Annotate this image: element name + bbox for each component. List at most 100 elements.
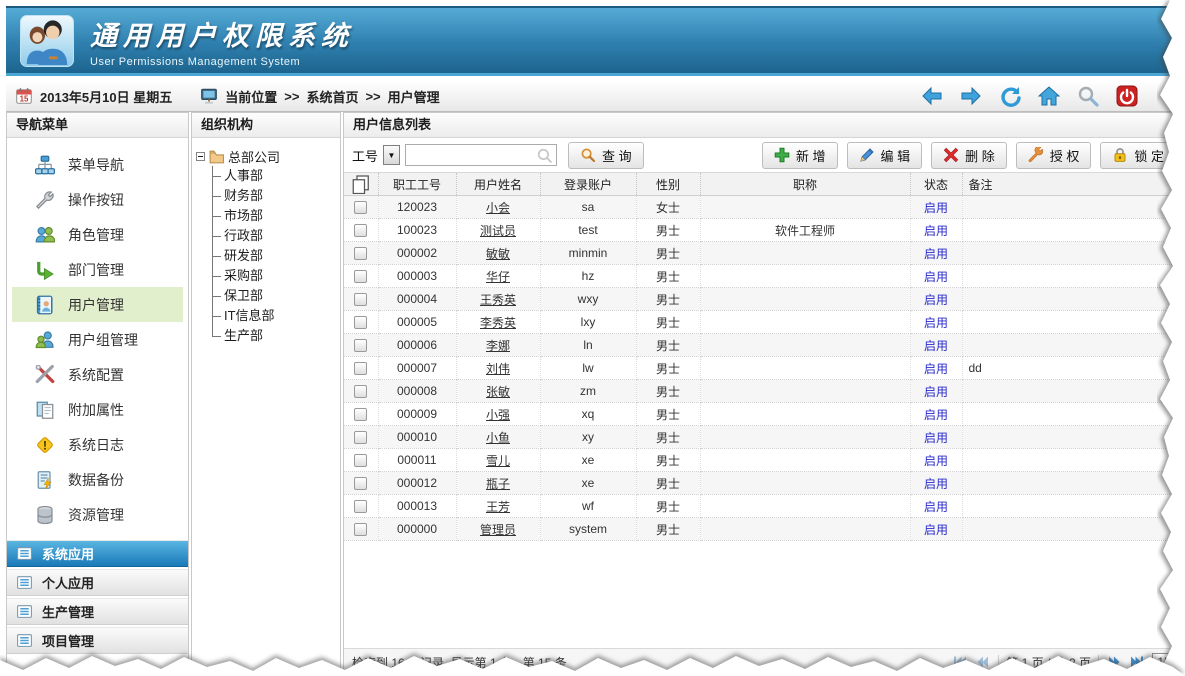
- tree-node-5[interactable]: 研发部: [212, 246, 336, 266]
- table-row[interactable]: 000005李秀英lxy男士启用: [344, 311, 1184, 334]
- sidebar-item-11[interactable]: 资源管理: [12, 497, 183, 532]
- sidebar-item-5[interactable]: 用户管理: [12, 287, 183, 322]
- add-button[interactable]: 新 增: [762, 142, 838, 169]
- sidebar-section-3[interactable]: 生产管理: [7, 598, 188, 625]
- column-header-2[interactable]: 用户姓名: [456, 173, 540, 196]
- row-checkbox[interactable]: [354, 454, 367, 467]
- column-header-4[interactable]: 性别: [636, 173, 700, 196]
- user-name-link[interactable]: 瓶子: [486, 477, 510, 491]
- delete-button[interactable]: 删 除: [931, 142, 1007, 169]
- breadcrumb-home[interactable]: 系统首页: [306, 87, 358, 106]
- prev-page-icon[interactable]: [975, 654, 991, 670]
- user-name-link[interactable]: 王秀英: [480, 293, 516, 307]
- tree-collapse-icon[interactable]: [196, 152, 205, 161]
- user-name-link[interactable]: 敏敏: [486, 247, 510, 261]
- row-checkbox[interactable]: [354, 270, 367, 283]
- tree-node-8[interactable]: IT信息部: [212, 306, 336, 326]
- table-row[interactable]: 000009小强xq男士启用: [344, 403, 1184, 426]
- column-header-1[interactable]: 职工工号: [378, 173, 456, 196]
- row-checkbox[interactable]: [354, 477, 367, 490]
- tree-node-4[interactable]: 行政部: [212, 226, 336, 246]
- sidebar-section-4[interactable]: 项目管理: [7, 627, 188, 654]
- tree-node-6[interactable]: 采购部: [212, 266, 336, 286]
- last-page-icon[interactable]: [1129, 654, 1145, 670]
- table-row[interactable]: 000004王秀英wxy男士启用: [344, 288, 1184, 311]
- forward-icon[interactable]: [960, 85, 982, 107]
- column-header-5[interactable]: 职称: [700, 173, 910, 196]
- home-icon[interactable]: [1038, 85, 1060, 107]
- row-checkbox[interactable]: [354, 247, 367, 260]
- search-field-dropdown-icon[interactable]: ▼: [383, 145, 400, 165]
- sidebar-item-4[interactable]: 部门管理: [12, 252, 183, 287]
- search-icon[interactable]: [1077, 85, 1099, 107]
- sidebar-item-2[interactable]: 操作按钮: [12, 182, 183, 217]
- table-row[interactable]: 100023测试员test男士软件工程师启用: [344, 219, 1184, 242]
- user-name-link[interactable]: 测试员: [480, 224, 516, 238]
- user-name-link[interactable]: 小强: [486, 408, 510, 422]
- breadcrumb-current[interactable]: 用户管理: [388, 87, 440, 106]
- tree-node-9[interactable]: 生产部: [212, 326, 336, 346]
- table-row[interactable]: 000013王芳wf男士启用: [344, 495, 1184, 518]
- row-checkbox[interactable]: [354, 224, 367, 237]
- tree-node-3[interactable]: 市场部: [212, 206, 336, 226]
- lock-button[interactable]: 锁 定: [1100, 142, 1176, 169]
- first-page-icon[interactable]: [952, 654, 968, 670]
- query-button[interactable]: 查 询: [568, 142, 644, 169]
- tree-node-2[interactable]: 财务部: [212, 186, 336, 206]
- table-row[interactable]: 120023小会sa女士启用: [344, 196, 1184, 219]
- column-header-7[interactable]: 备注: [962, 173, 1184, 196]
- search-input[interactable]: [406, 148, 536, 162]
- tree-node-7[interactable]: 保卫部: [212, 286, 336, 306]
- sidebar-item-7[interactable]: 系统配置: [12, 357, 183, 392]
- user-name-link[interactable]: 李秀英: [480, 316, 516, 330]
- table-row[interactable]: 000000管理员system男士启用: [344, 518, 1184, 541]
- user-name-link[interactable]: 雪儿: [486, 454, 510, 468]
- sidebar-section-1[interactable]: 系统应用: [7, 540, 188, 567]
- table-row[interactable]: 000002敏敏minmin男士启用: [344, 242, 1184, 265]
- tree-node-1[interactable]: 人事部: [212, 166, 336, 186]
- edit-button[interactable]: 编 辑: [847, 142, 923, 169]
- row-checkbox[interactable]: [354, 201, 367, 214]
- table-row[interactable]: 000011雪儿xe男士启用: [344, 449, 1184, 472]
- row-checkbox[interactable]: [354, 500, 367, 513]
- row-checkbox[interactable]: [354, 316, 367, 329]
- column-header-3[interactable]: 登录账户: [540, 173, 636, 196]
- user-name-link[interactable]: 王芳: [486, 500, 510, 514]
- logout-icon[interactable]: [1116, 85, 1138, 107]
- user-name-link[interactable]: 管理员: [480, 523, 516, 537]
- row-checkbox[interactable]: [354, 408, 367, 421]
- row-checkbox[interactable]: [354, 293, 367, 306]
- sidebar-item-10[interactable]: 数据备份: [12, 462, 183, 497]
- user-name-link[interactable]: 小鱼: [486, 431, 510, 445]
- table-row[interactable]: 000010小鱼xy男士启用: [344, 426, 1184, 449]
- sidebar-item-8[interactable]: 附加属性: [12, 392, 183, 427]
- select-all-header[interactable]: [344, 173, 378, 196]
- table-row[interactable]: 000007刘伟lw男士启用dd: [344, 357, 1184, 380]
- page-size-select[interactable]: 15: [1152, 653, 1176, 671]
- sidebar-item-6[interactable]: 用户组管理: [12, 322, 183, 357]
- user-name-link[interactable]: 李娜: [486, 339, 510, 353]
- tree-root-label[interactable]: 总部公司: [228, 147, 280, 166]
- table-row[interactable]: 000003华仔hz男士启用: [344, 265, 1184, 288]
- sidebar-section-2[interactable]: 个人应用: [7, 569, 188, 596]
- column-header-6[interactable]: 状态: [910, 173, 962, 196]
- row-checkbox[interactable]: [354, 431, 367, 444]
- refresh-icon[interactable]: [999, 85, 1021, 107]
- next-page-icon[interactable]: [1106, 654, 1122, 670]
- row-checkbox[interactable]: [354, 385, 367, 398]
- table-row[interactable]: 000008张敏zm男士启用: [344, 380, 1184, 403]
- row-checkbox[interactable]: [354, 339, 367, 352]
- sidebar-item-9[interactable]: !系统日志: [12, 427, 183, 462]
- sidebar-item-1[interactable]: 菜单导航: [12, 147, 183, 182]
- user-name-link[interactable]: 刘伟: [486, 362, 510, 376]
- tree-root-node[interactable]: 总部公司: [196, 146, 336, 166]
- user-name-link[interactable]: 张敏: [486, 385, 510, 399]
- back-icon[interactable]: [921, 85, 943, 107]
- user-name-link[interactable]: 小会: [486, 201, 510, 215]
- user-name-link[interactable]: 华仔: [486, 270, 510, 284]
- sidebar-item-3[interactable]: 角色管理: [12, 217, 183, 252]
- row-checkbox[interactable]: [354, 523, 367, 536]
- table-row[interactable]: 000006李娜ln男士启用: [344, 334, 1184, 357]
- authorize-button[interactable]: 授 权: [1016, 142, 1092, 169]
- row-checkbox[interactable]: [354, 362, 367, 375]
